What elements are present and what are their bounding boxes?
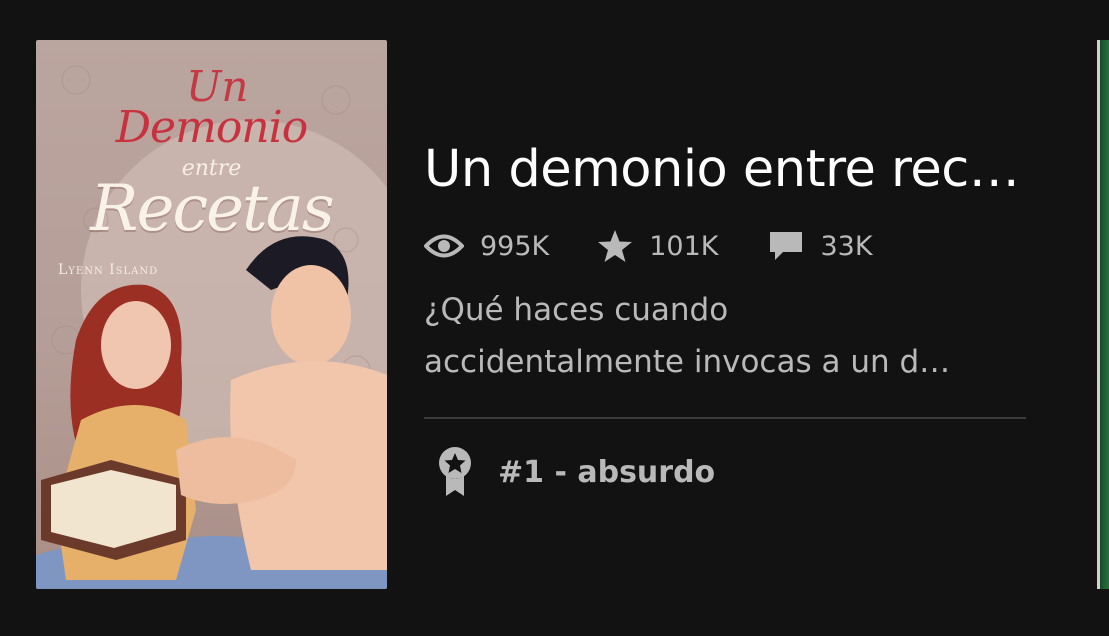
- comment-icon: [767, 229, 805, 263]
- star-icon: [597, 229, 633, 263]
- description-line: accidentalmente invocas a un d…: [424, 344, 951, 380]
- cover-title-word: Recetas: [90, 172, 335, 246]
- description-line: ¿Qué haces cuando: [424, 292, 729, 328]
- ranking-tag[interactable]: #1 - absurdo: [436, 446, 715, 498]
- eye-icon: [424, 233, 464, 259]
- cover-title-word: Demonio: [115, 102, 308, 153]
- divider: [424, 417, 1026, 419]
- reads-count: 995K: [480, 230, 550, 262]
- cover-author: Lyenn Island: [58, 262, 159, 278]
- comments-count: 33K: [820, 230, 873, 262]
- votes-stat: 101K: [597, 229, 719, 263]
- ribbon-award-icon: [436, 446, 474, 498]
- votes-count: 101K: [649, 230, 719, 262]
- comments-stat: 33K: [767, 229, 873, 263]
- next-story-cover-edge: [1097, 40, 1100, 589]
- story-title[interactable]: Un demonio entre rec…: [424, 140, 1034, 199]
- story-card[interactable]: Un Demonio entre Recetas Lyenn Island Un…: [0, 0, 1109, 636]
- book-cover-image[interactable]: Un Demonio entre Recetas Lyenn Island: [36, 40, 387, 589]
- reads-stat: 995K: [424, 231, 549, 262]
- story-stats: 995K 101K 33K: [424, 228, 921, 264]
- story-description: ¿Qué haces cuando accidentalmente invoca…: [424, 284, 1034, 388]
- ranking-label: #1 - absurdo: [498, 454, 716, 490]
